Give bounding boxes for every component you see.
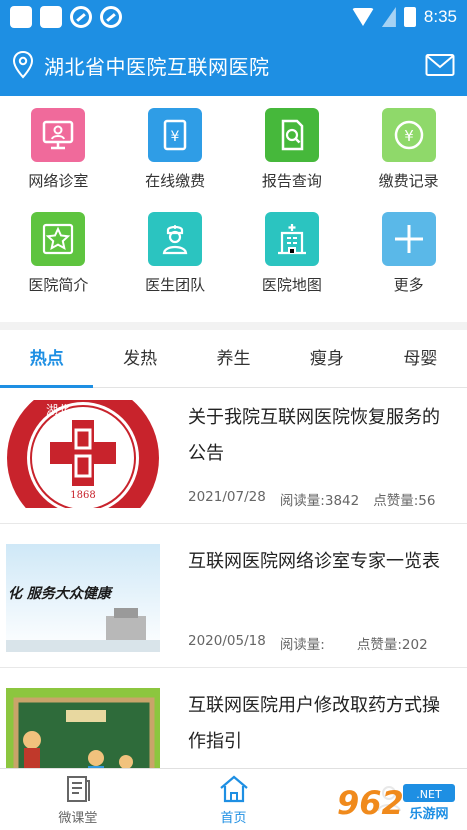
service-online-clinic[interactable]: 网络诊室: [0, 108, 117, 212]
banner-slogan: 化 服务大众健康: [8, 585, 114, 602]
service-more[interactable]: 更多: [350, 212, 467, 316]
plus-icon: [381, 212, 436, 266]
news-date: 2020/05/18: [188, 633, 266, 649]
nav-home[interactable]: 首页: [156, 769, 312, 830]
svg-text:¥: ¥: [404, 127, 414, 145]
chalkboard-thumbnail: [6, 688, 160, 768]
service-label: 医院简介: [28, 276, 89, 294]
tab-fever[interactable]: 发热: [93, 330, 186, 388]
service-label: 医院地图: [261, 276, 322, 294]
payment-records-icon: ¥: [381, 108, 436, 162]
service-hospital-intro[interactable]: 医院简介: [0, 212, 117, 316]
nav-micro-class[interactable]: 微课堂: [0, 769, 156, 830]
mail-icon[interactable]: [425, 53, 455, 77]
svg-text:¥: ¥: [171, 129, 180, 145]
service-label: 医生团队: [145, 276, 206, 294]
news-list: 1868 湖北 关于我院互联网医院恢复服务的公告 2021/07/28 阅读量:…: [0, 380, 467, 768]
tab-wellness[interactable]: 养生: [187, 330, 280, 388]
tab-maternal[interactable]: 母婴: [374, 330, 467, 388]
svg-text:962: 962: [337, 784, 404, 822]
star-icon: [31, 212, 86, 266]
news-date: 2021/07/28: [188, 489, 266, 505]
nav-label: 微课堂: [58, 810, 98, 826]
news-likes: 点赞量:56: [373, 493, 436, 509]
notification-sync-icon: [100, 6, 122, 28]
service-hospital-map[interactable]: 医院地图: [234, 212, 351, 316]
battery-icon: [403, 7, 416, 27]
service-report-query[interactable]: 报告查询: [234, 108, 351, 212]
service-label: 缴费记录: [378, 172, 439, 190]
site-watermark-logo: 962 .NET 乐游网: [331, 780, 461, 824]
hospital-banner-thumbnail: 化 服务大众健康: [6, 544, 160, 652]
news-title: 关于我院互联网医院恢复服务的公告: [188, 407, 440, 464]
news-item[interactable]: 互联网医院用户修改取药方式操作指引: [0, 668, 467, 768]
nav-label: 首页: [220, 810, 247, 826]
app-header: 湖北省中医院互联网医院: [0, 34, 467, 96]
news-meta: 2020/05/18 阅读量: 点赞量:202: [188, 633, 449, 653]
news-item[interactable]: 化 服务大众健康 互联网医院网络诊室专家一览表 2020/05/18 阅读量: …: [0, 524, 467, 668]
hospital-seal-thumbnail: 1868 湖北: [6, 400, 160, 508]
online-clinic-icon: [31, 108, 86, 162]
news-reads: 阅读量:3842: [279, 493, 360, 509]
notification-sync-icon: [70, 6, 92, 28]
location-pin-icon[interactable]: [12, 51, 34, 79]
service-online-payment[interactable]: ¥ 在线缴费: [117, 108, 234, 212]
seal-top-text: 湖北: [46, 402, 70, 417]
hospital-title: 湖北省中医院互联网医院: [44, 54, 270, 79]
seal-year: 1868: [70, 490, 95, 501]
news-title: 互联网医院网络诊室专家一览表: [188, 551, 440, 572]
service-doctor-team[interactable]: 医生团队: [117, 212, 234, 316]
news-meta: 2021/07/28 阅读量:3842 点赞量:56: [188, 489, 449, 509]
hospital-building-icon: [264, 212, 319, 266]
svg-text:.NET: .NET: [416, 788, 442, 801]
service-label: 网络诊室: [28, 172, 89, 190]
service-grid: 网络诊室 ¥ 在线缴费 报告查询 ¥ 缴费记录 医院简介 医生团队 医院地图 更…: [0, 96, 467, 322]
notification-icons: [10, 6, 122, 28]
news-item[interactable]: 1868 湖北 关于我院互联网医院恢复服务的公告 2021/07/28 阅读量:…: [0, 380, 467, 524]
payment-icon: ¥: [148, 108, 203, 162]
news-title: 互联网医院用户修改取药方式操作指引: [188, 695, 440, 752]
service-label: 报告查询: [261, 172, 322, 190]
service-label: 更多: [393, 276, 424, 294]
document-icon: [66, 775, 90, 802]
service-label: 在线缴费: [145, 172, 206, 190]
status-time: 8:35: [423, 7, 457, 26]
news-likes: 点赞量:202: [356, 637, 428, 653]
report-icon: [264, 108, 319, 162]
status-bar: 8:35: [0, 0, 467, 34]
tab-hot[interactable]: 热点: [0, 330, 94, 388]
wifi-icon: [351, 8, 374, 26]
service-payment-records[interactable]: ¥ 缴费记录: [350, 108, 467, 212]
signal-icon: [381, 7, 396, 27]
notification-square-icon: [10, 6, 32, 28]
home-icon: [219, 775, 248, 802]
tab-slimming[interactable]: 瘦身: [280, 330, 373, 388]
svg-text:乐游网: 乐游网: [409, 806, 448, 822]
doctor-icon: [148, 212, 203, 266]
news-reads: 阅读量:: [279, 637, 325, 653]
notification-square-icon: [40, 6, 62, 28]
